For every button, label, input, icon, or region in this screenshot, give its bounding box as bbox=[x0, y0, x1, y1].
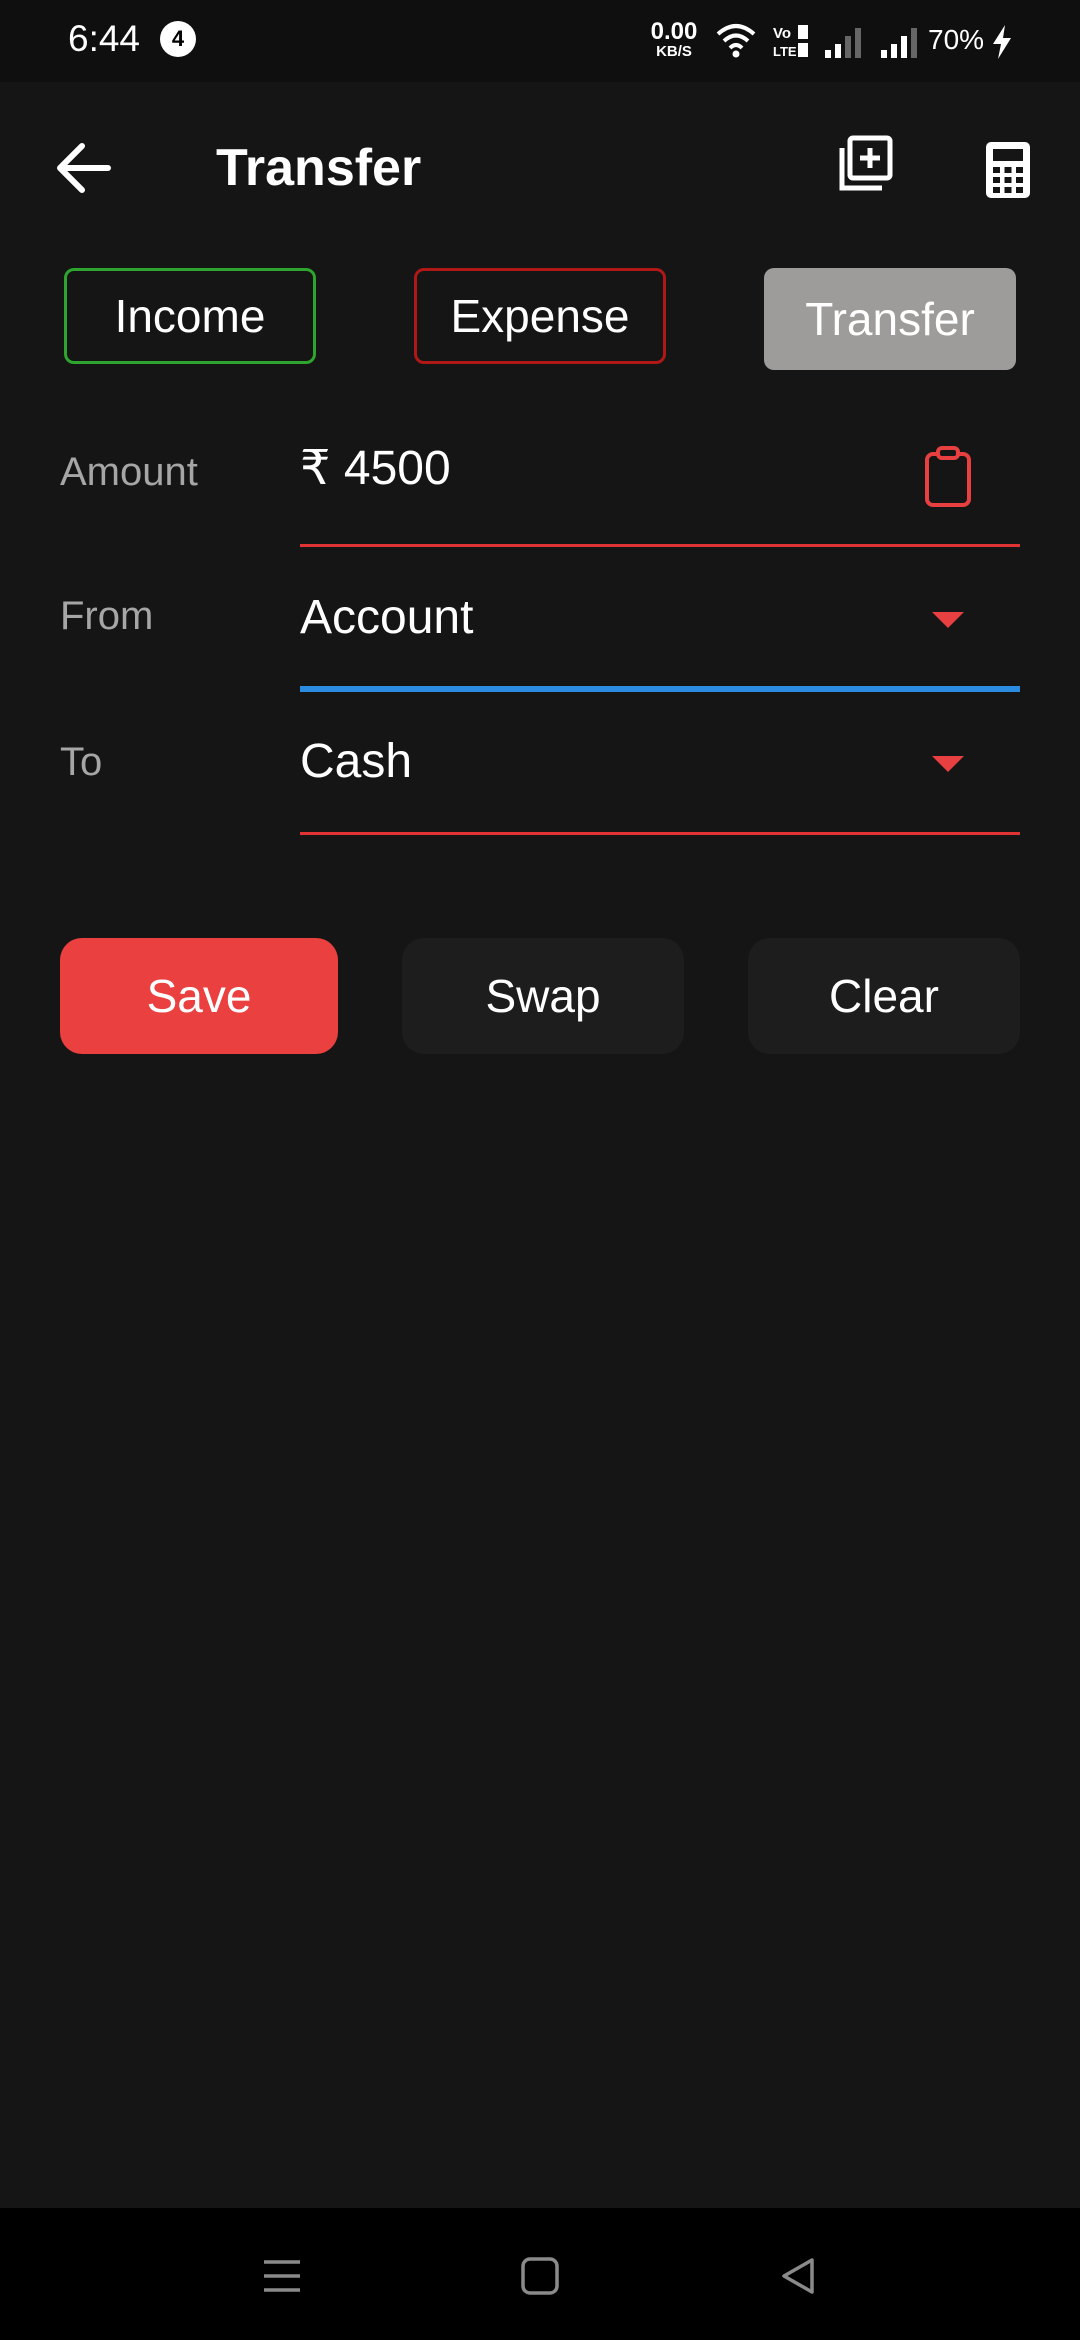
back-triangle-icon[interactable] bbox=[778, 2256, 818, 2296]
status-bar: 6:44 4 0.00 KB/S Vo LTE 70% bbox=[0, 0, 1080, 82]
notification-badge: 4 bbox=[160, 21, 196, 57]
clipboard-icon[interactable] bbox=[922, 446, 974, 508]
from-underline bbox=[300, 686, 1020, 692]
amount-input[interactable]: ₹ 4500 bbox=[300, 440, 451, 496]
system-nav-bar bbox=[0, 2208, 1080, 2340]
charging-icon bbox=[993, 25, 1011, 59]
from-label: From bbox=[60, 594, 154, 638]
volte-icon: Vo LTE bbox=[773, 25, 808, 59]
from-caret-down-icon[interactable] bbox=[932, 612, 964, 628]
menu-icon[interactable] bbox=[262, 2258, 302, 2294]
network-speed: 0.00 KB/S bbox=[646, 18, 702, 60]
save-button[interactable]: Save bbox=[60, 938, 338, 1054]
to-underline bbox=[300, 832, 1020, 835]
add-copy-icon[interactable] bbox=[836, 134, 896, 194]
amount-label: Amount bbox=[60, 450, 198, 494]
back-arrow-icon[interactable] bbox=[52, 136, 116, 200]
to-caret-down-icon[interactable] bbox=[932, 756, 964, 772]
app-bar: Transfer bbox=[0, 82, 1080, 262]
tab-transfer[interactable]: Transfer bbox=[764, 268, 1016, 370]
page-title: Transfer bbox=[216, 139, 422, 197]
clear-button[interactable]: Clear bbox=[748, 938, 1020, 1054]
swap-button[interactable]: Swap bbox=[402, 938, 684, 1054]
network-speed-unit: KB/S bbox=[656, 43, 692, 60]
to-label: To bbox=[60, 740, 103, 784]
to-account-dropdown[interactable]: Cash bbox=[300, 734, 412, 789]
network-speed-value: 0.00 bbox=[650, 18, 698, 45]
calculator-icon[interactable] bbox=[982, 140, 1034, 200]
from-account-dropdown[interactable]: Account bbox=[300, 590, 473, 645]
wifi-icon bbox=[716, 24, 756, 58]
svg-text:Vo: Vo bbox=[773, 25, 791, 42]
status-time: 6:44 bbox=[68, 18, 141, 59]
transfer-screen: 6:44 4 0.00 KB/S Vo LTE 70% Transfer Inc… bbox=[0, 0, 1080, 2340]
signal-1-icon bbox=[825, 28, 861, 58]
home-icon[interactable] bbox=[520, 2256, 560, 2296]
signal-2-icon bbox=[881, 28, 917, 58]
tab-expense[interactable]: Expense bbox=[414, 268, 666, 364]
battery-percent: 70% bbox=[928, 24, 985, 55]
amount-underline bbox=[300, 544, 1020, 547]
svg-text:LTE: LTE bbox=[773, 44, 797, 59]
tab-income[interactable]: Income bbox=[64, 268, 316, 364]
